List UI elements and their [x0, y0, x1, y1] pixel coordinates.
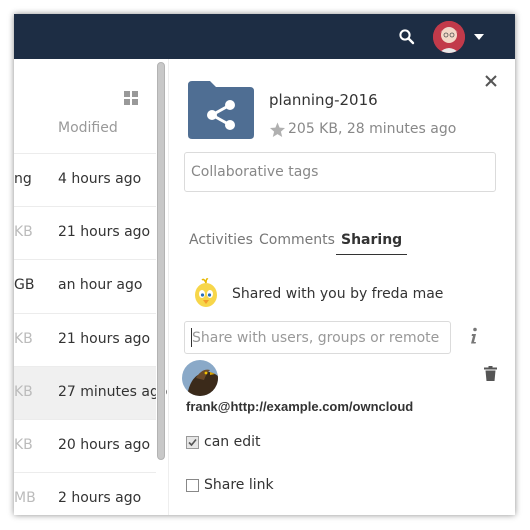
check-icon: [188, 438, 197, 447]
file-size: KB: [14, 331, 33, 347]
file-name: planning-2016: [269, 91, 378, 109]
file-size: KB: [14, 224, 33, 240]
file-size: GB: [14, 277, 35, 293]
chevron-down-icon[interactable]: [474, 34, 484, 40]
table-row-selected[interactable]: KB 27 minutes ago: [14, 366, 167, 419]
file-size: ng: [14, 171, 32, 187]
modified-date: an hour ago: [58, 277, 143, 293]
table-row[interactable]: KB 20 hours ago: [14, 419, 156, 472]
search-icon[interactable]: [398, 28, 416, 46]
details-sidebar: planning-2016 205 KB, 28 minutes ago Col…: [168, 59, 515, 515]
trash-icon[interactable]: [484, 366, 497, 381]
modified-date: 20 hours ago: [58, 437, 151, 453]
close-icon[interactable]: [485, 75, 497, 87]
share-input[interactable]: [184, 321, 451, 354]
share-link-checkbox[interactable]: [186, 479, 199, 492]
scrollbar-thumb[interactable]: [157, 62, 165, 460]
modified-column-header[interactable]: Modified: [58, 120, 118, 136]
user-avatar[interactable]: [433, 21, 465, 53]
table-row[interactable]: KB 21 hours ago: [14, 313, 156, 366]
modified-date: 21 hours ago: [58, 331, 151, 347]
shared-by-text: Shared with you by freda mae: [232, 286, 444, 302]
tab-comments[interactable]: Comments: [259, 232, 335, 248]
modified-date: 2 hours ago: [58, 490, 142, 506]
tab-activities[interactable]: Activities: [189, 232, 253, 248]
can-edit-label[interactable]: can edit: [204, 434, 260, 450]
grid-view-icon[interactable]: [124, 91, 138, 105]
modified-date: 4 hours ago: [58, 171, 142, 187]
tags-placeholder: Collaborative tags: [191, 164, 319, 180]
file-size: KB: [14, 437, 33, 453]
star-icon[interactable]: [269, 122, 286, 138]
header-bar: [14, 14, 515, 59]
file-list: Modified ng 4 hours ago KB 21 hours ago …: [14, 59, 167, 515]
text-cursor: [191, 328, 192, 347]
modified-date: 21 hours ago: [58, 224, 151, 240]
info-icon[interactable]: [469, 327, 479, 345]
file-size: MB: [14, 490, 36, 506]
file-size: KB: [14, 384, 33, 400]
owner-avatar: [195, 278, 217, 307]
modified-date: 27 minutes ago: [58, 384, 168, 400]
can-edit-checkbox[interactable]: [186, 436, 199, 449]
recipient-name: frank@http://example.com/owncloud: [186, 399, 414, 414]
share-link-label[interactable]: Share link: [204, 477, 274, 493]
table-row[interactable]: GB an hour ago: [14, 259, 156, 312]
file-details: 205 KB, 28 minutes ago: [288, 121, 457, 137]
table-row[interactable]: KB 21 hours ago: [14, 206, 156, 259]
tab-sharing[interactable]: Sharing: [336, 232, 408, 255]
shared-folder-icon: [188, 81, 254, 139]
collaborative-tags-input[interactable]: Collaborative tags: [184, 152, 496, 192]
recipient-avatar: [182, 360, 218, 396]
table-row[interactable]: MB 2 hours ago: [14, 472, 156, 515]
app-window: Modified ng 4 hours ago KB 21 hours ago …: [14, 14, 515, 515]
table-row[interactable]: ng 4 hours ago: [14, 153, 156, 206]
